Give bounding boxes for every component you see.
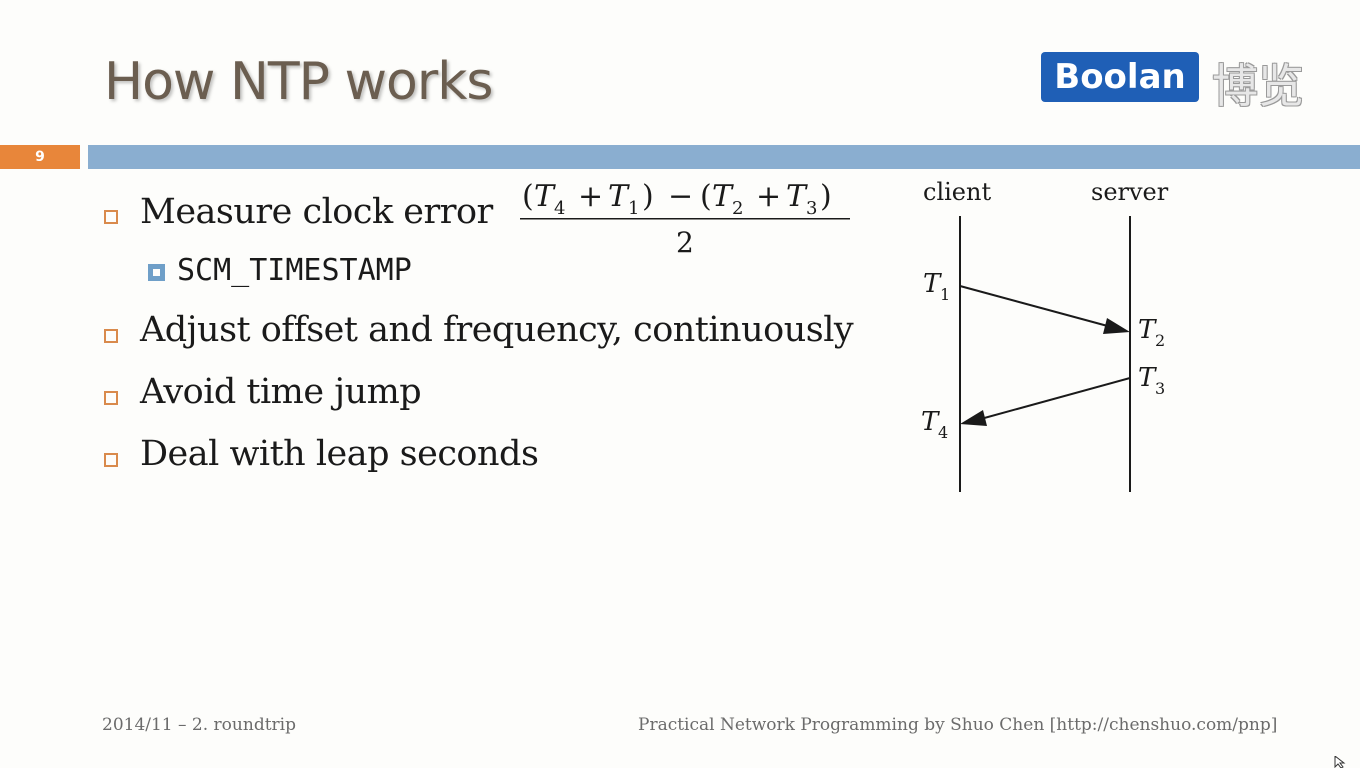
svg-text:(: ( <box>522 179 534 214</box>
header-bar <box>88 145 1360 169</box>
bullet-square-icon <box>104 391 118 405</box>
boolan-logo-chinese: 博览 <box>1212 59 1304 113</box>
sub-bullet-square-icon <box>148 264 165 281</box>
svg-text:1: 1 <box>940 285 950 304</box>
bullet-leap-seconds: Deal with leap seconds <box>140 434 539 474</box>
ntp-timing-diagram: client server T 1 T 2 T 3 T 4 <box>921 178 1169 492</box>
sub-bullet-scm-timestamp: SCM_TIMESTAMP <box>177 253 412 288</box>
slide-number: 9 <box>0 145 80 169</box>
svg-text:2: 2 <box>1155 331 1165 350</box>
response-arrowhead-icon <box>960 410 987 426</box>
footer-course-credit: Practical Network Programming by Shuo Ch… <box>638 715 1278 735</box>
svg-text:+: + <box>756 179 781 214</box>
response-arrow-line <box>976 377 1131 421</box>
formula-denominator: 2 <box>676 226 694 259</box>
request-arrowhead-icon <box>1103 318 1130 334</box>
bullet-avoid-time-jump: Avoid time jump <box>140 372 422 412</box>
svg-text:3: 3 <box>806 198 817 219</box>
clock-error-formula: ( T 4 + T 1 ) − ( T 2 + T 3 ) 2 <box>520 179 850 259</box>
bullet-square-icon <box>104 329 118 343</box>
formula-t3: T <box>786 179 808 214</box>
svg-text:4: 4 <box>554 198 565 219</box>
svg-text:): ) <box>820 179 832 214</box>
svg-text:3: 3 <box>1155 379 1165 398</box>
mouse-pointer-icon <box>1334 756 1346 768</box>
formula-t4: T <box>534 179 556 214</box>
client-label: client <box>923 178 991 206</box>
formula-fraction-bar <box>520 218 850 220</box>
bullet-adjust-offset: Adjust offset and frequency, continuousl… <box>140 310 854 350</box>
bullet-square-icon <box>104 453 118 467</box>
slide-title: How NTP works <box>104 52 493 112</box>
boolan-logo: Boolan <box>1041 52 1199 102</box>
formula-t1: T <box>608 179 630 214</box>
svg-text:+: + <box>578 179 603 214</box>
server-label: server <box>1091 178 1169 206</box>
bullet-square-icon <box>104 210 118 224</box>
svg-text:): ) <box>642 179 654 214</box>
svg-text:−: − <box>668 179 693 214</box>
svg-text:2: 2 <box>732 198 743 219</box>
footer-date-section: 2014/11 – 2. roundtrip <box>102 715 296 735</box>
svg-text:4: 4 <box>938 423 948 442</box>
svg-text:(: ( <box>700 179 712 214</box>
bullet-measure-clock-error: Measure clock error <box>140 192 493 232</box>
request-arrow-line <box>959 285 1116 329</box>
svg-text:1: 1 <box>628 198 639 219</box>
formula-t2: T <box>712 179 734 214</box>
